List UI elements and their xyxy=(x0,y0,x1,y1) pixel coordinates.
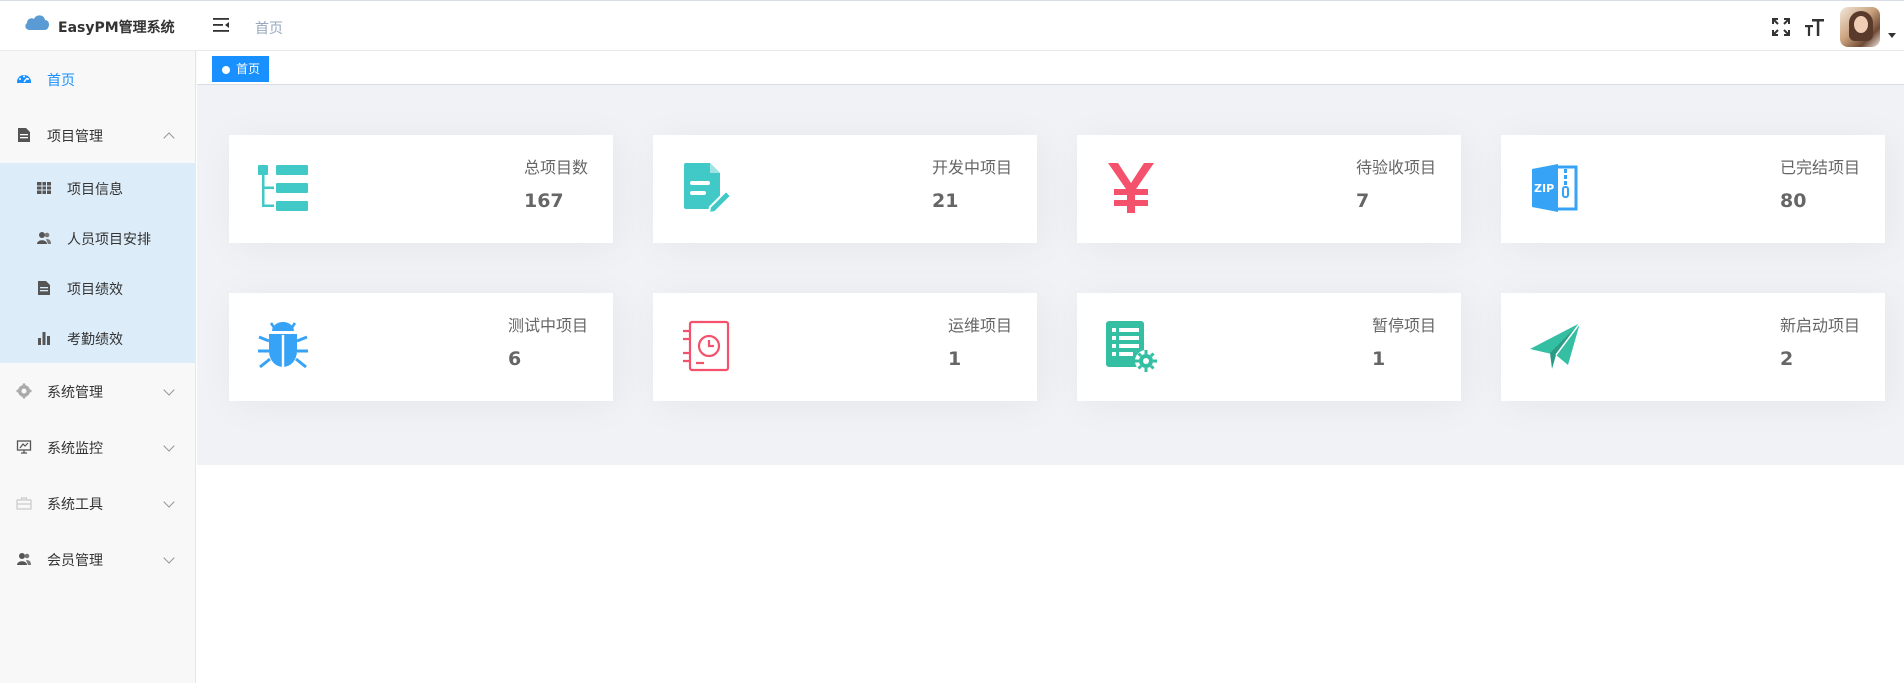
sidebar-item-system-tools[interactable]: 系统工具 xyxy=(0,475,196,531)
app-logo[interactable]: EasyPM管理系统 xyxy=(0,1,196,51)
stat-label: 测试中项目 xyxy=(507,316,588,335)
stat-label: 运维项目 xyxy=(947,316,1012,335)
stat-value: 2 xyxy=(1779,348,1794,370)
sidebar-item-label: 项目信息 xyxy=(67,182,123,198)
chevron-down-icon xyxy=(163,496,175,508)
sidebar-item-home[interactable]: 首页 xyxy=(0,51,196,107)
stat-value: 21 xyxy=(931,190,959,212)
stat-value: 167 xyxy=(523,190,564,212)
stat-value: 1 xyxy=(1371,348,1386,370)
sidebar-item-label: 系统管理 xyxy=(47,385,103,401)
bug-icon xyxy=(258,322,308,369)
sidebar-item-label: 项目管理 xyxy=(47,129,103,145)
sidebar-item-label: 项目绩效 xyxy=(67,282,123,298)
chevron-up-icon xyxy=(163,132,175,144)
yen-icon xyxy=(1108,163,1154,213)
stat-label: 暂停项目 xyxy=(1371,316,1436,335)
sidebar-item-label: 考勤绩效 xyxy=(67,332,123,348)
stat-label: 待验收项目 xyxy=(1355,158,1436,177)
stat-card-operations[interactable]: 运维项目 1 xyxy=(653,293,1037,401)
fullscreen-icon[interactable] xyxy=(1770,16,1792,38)
clock-document-icon xyxy=(683,320,730,372)
stat-card-completed[interactable]: ZIP 已完结项目 80 xyxy=(1501,135,1885,243)
stat-label: 开发中项目 xyxy=(931,158,1012,177)
bar-chart-icon xyxy=(38,332,50,345)
peoples-icon xyxy=(17,553,31,565)
document-icon xyxy=(18,128,30,142)
dashboard-panel: 总项目数 167 开发中项目 21 待验收项目 7 ZIP 已完结项目 80 测… xyxy=(197,85,1904,465)
hamburger-icon[interactable] xyxy=(212,16,230,34)
edit-document-icon xyxy=(684,163,733,215)
sidebar-item-member-management[interactable]: 会员管理 xyxy=(0,531,196,587)
navbar: EasyPM管理系统 首页 xyxy=(0,0,1904,51)
cloud-icon xyxy=(25,15,49,30)
gear-icon xyxy=(16,383,32,399)
chevron-down-icon xyxy=(163,440,175,452)
sidebar-item-label: 人员项目安排 xyxy=(67,232,151,248)
stat-value: 80 xyxy=(1779,190,1807,212)
chevron-down-icon xyxy=(163,384,175,396)
sidebar-item-system-monitor[interactable]: 系统监控 xyxy=(0,419,196,475)
sidebar-item-label: 会员管理 xyxy=(47,553,103,569)
font-size-icon[interactable] xyxy=(1803,16,1825,38)
stat-card-paused[interactable]: 暂停项目 1 xyxy=(1077,293,1461,401)
stat-value: 6 xyxy=(507,348,522,370)
sidebar-item-label: 首页 xyxy=(47,73,75,89)
stat-card-pending-acceptance[interactable]: 待验收项目 7 xyxy=(1077,135,1461,243)
tag-home[interactable]: 首页 xyxy=(212,56,270,82)
submenu-project-management: 项目信息 人员项目安排 项目绩效 考勤绩效 xyxy=(0,163,196,363)
stat-label: 总项目数 xyxy=(523,158,588,177)
stat-card-total-projects[interactable]: 总项目数 167 xyxy=(229,135,613,243)
paper-plane-icon xyxy=(1530,322,1581,369)
stat-label: 已完结项目 xyxy=(1779,158,1860,177)
table-icon xyxy=(37,182,51,194)
settings-document-icon xyxy=(1106,321,1157,372)
breadcrumb[interactable]: 首页 xyxy=(255,18,283,38)
sidebar-item-label: 系统工具 xyxy=(47,497,103,513)
caret-down-icon[interactable] xyxy=(1888,33,1896,38)
monitor-icon xyxy=(16,440,32,454)
toolbox-icon xyxy=(16,497,32,510)
sidebar-item-project-performance[interactable]: 项目绩效 xyxy=(0,263,196,313)
stat-value: 1 xyxy=(947,348,962,370)
chevron-down-icon xyxy=(163,552,175,564)
svg-text:ZIP: ZIP xyxy=(1534,182,1554,195)
peoples-icon xyxy=(37,232,51,244)
dashboard-icon xyxy=(17,75,31,83)
stat-value: 7 xyxy=(1355,190,1370,212)
tag-label: 首页 xyxy=(236,62,261,76)
user-avatar[interactable] xyxy=(1840,7,1880,47)
stat-label: 新启动项目 xyxy=(1779,316,1860,335)
sidebar: 首页 项目管理 项目信息 人员项目安排 项目绩效 考勤绩效 系统管理 系统监控 … xyxy=(0,51,196,683)
tree-list-icon xyxy=(258,165,308,211)
app-title: EasyPM管理系统 xyxy=(58,20,175,36)
stat-card-testing[interactable]: 测试中项目 6 xyxy=(229,293,613,401)
stat-card-in-development[interactable]: 开发中项目 21 xyxy=(653,135,1037,243)
sidebar-item-attendance-performance[interactable]: 考勤绩效 xyxy=(0,313,196,363)
stat-card-newly-started[interactable]: 新启动项目 2 xyxy=(1501,293,1885,401)
sidebar-item-staff-assignment[interactable]: 人员项目安排 xyxy=(0,213,196,263)
dot-icon xyxy=(222,66,230,74)
sidebar-item-project-management[interactable]: 项目管理 xyxy=(0,107,196,163)
document-icon xyxy=(38,281,50,295)
zip-file-icon: ZIP xyxy=(1532,164,1578,212)
sidebar-item-project-info[interactable]: 项目信息 xyxy=(0,163,196,213)
tags-view: 首页 xyxy=(197,51,1904,85)
sidebar-item-system-management[interactable]: 系统管理 xyxy=(0,363,196,419)
sidebar-item-label: 系统监控 xyxy=(47,441,103,457)
